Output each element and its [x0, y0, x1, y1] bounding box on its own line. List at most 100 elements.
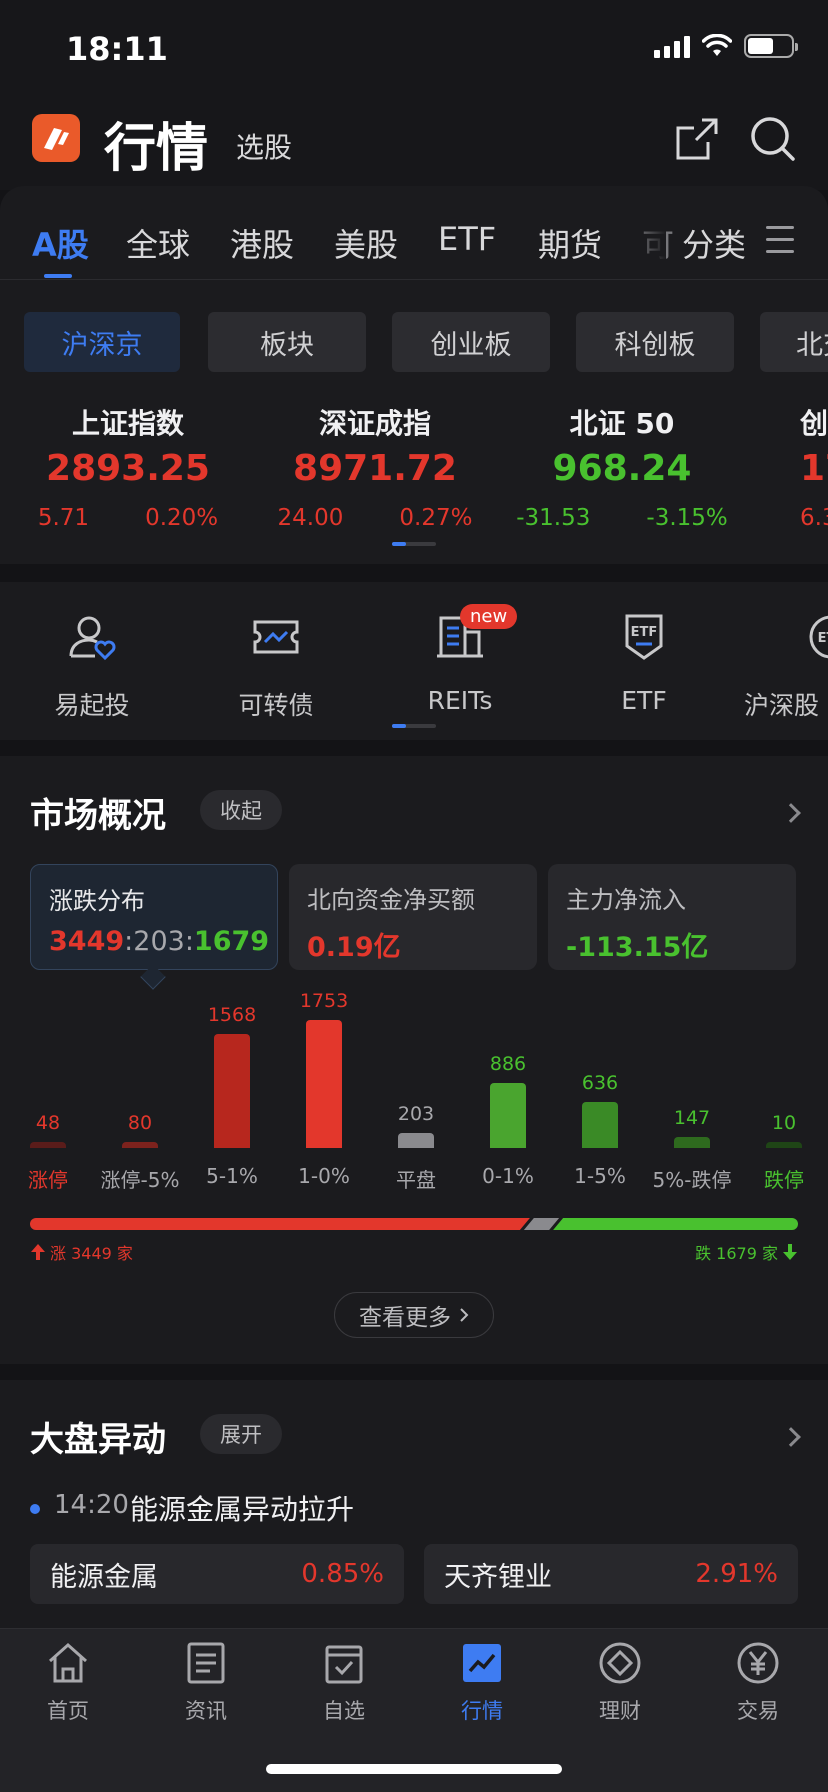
- tab-us[interactable]: 美股: [334, 220, 398, 266]
- up-count: 3449: [49, 926, 125, 957]
- news-dot: [30, 1504, 40, 1514]
- shortcut-etf[interactable]: ETF ETF: [564, 612, 724, 715]
- nav-trade[interactable]: 交易: [698, 1641, 818, 1725]
- distribution-value: 1753: [299, 990, 349, 1012]
- distribution-bar: [490, 1083, 526, 1148]
- nav-market[interactable]: 行情: [422, 1641, 542, 1725]
- stock-card[interactable]: 天齐锂业 2.91%: [424, 1544, 798, 1604]
- tab-fade: [636, 220, 666, 260]
- tab-category[interactable]: 分类: [682, 220, 746, 266]
- chevron-right-icon[interactable]: [781, 803, 801, 823]
- chip-chinext[interactable]: 创业板: [392, 312, 550, 372]
- stock-picker-link[interactable]: 选股: [236, 126, 292, 166]
- wealth-diamond-icon: [599, 1642, 641, 1684]
- distribution-bar-group: 203 平盘: [370, 992, 462, 1202]
- shortcut-row: 易起投 可转债 REITs new ETF ETF ETF 沪深股: [0, 582, 828, 740]
- index-scroll-indicator: [392, 542, 436, 546]
- tab-futures[interactable]: 期货: [538, 220, 602, 266]
- stock-card[interactable]: 能源金属 0.85%: [30, 1544, 404, 1604]
- view-more-button[interactable]: 查看更多: [334, 1292, 494, 1338]
- nav-news[interactable]: 资讯: [146, 1641, 266, 1725]
- index-name: 北证 50: [569, 407, 675, 440]
- distribution-value: 636: [581, 1072, 619, 1094]
- nav-label: 交易: [737, 1699, 779, 1723]
- card-distribution[interactable]: 涨跌分布 3449:203:1679: [30, 864, 278, 970]
- index-change: -31.53: [516, 505, 591, 531]
- distribution-bar: [398, 1133, 434, 1148]
- tab-hk[interactable]: 港股: [230, 220, 294, 266]
- index-chinext-partial[interactable]: 创 17 6.3: [800, 402, 828, 531]
- nav-watchlist[interactable]: 自选: [284, 1641, 404, 1725]
- tab-etf[interactable]: ETF: [438, 220, 496, 258]
- collapse-button[interactable]: 收起: [200, 790, 282, 830]
- index-sse[interactable]: 上证指数 2893.25 5.71 0.20%: [8, 402, 248, 531]
- status-time: 18:11: [66, 30, 168, 68]
- distribution-label: 跌停: [764, 1168, 804, 1192]
- card-title: 主力净流入: [566, 886, 686, 914]
- user-icon: [69, 616, 116, 661]
- stock-change: 0.85%: [301, 1559, 384, 1589]
- nav-home[interactable]: 首页: [8, 1641, 128, 1725]
- etf-shield-icon: ETF: [625, 614, 663, 660]
- app-header: 行情 选股: [0, 100, 828, 190]
- index-value: 17: [800, 448, 828, 489]
- distribution-bar-group: 1568 5-1%: [186, 992, 278, 1202]
- index-name: 上证指数: [71, 407, 184, 440]
- tab-global[interactable]: 全球: [126, 220, 190, 266]
- shortcut-yiqitou[interactable]: 易起投: [12, 612, 172, 722]
- distribution-value: 147: [673, 1107, 711, 1129]
- chip-sector[interactable]: 板块: [208, 312, 366, 372]
- market-chart-icon: [463, 1644, 501, 1682]
- news-icon: [187, 1642, 225, 1684]
- index-panel: 沪深京 板块 创业板 科创板 北交 上证指数 2893.25 5.71 0.20%…: [0, 280, 828, 564]
- distribution-value: 886: [489, 1053, 527, 1075]
- news-headline[interactable]: 能源金属异动拉升: [130, 1488, 354, 1528]
- distribution-label: 1-0%: [298, 1164, 350, 1188]
- index-pct: 0.27%: [399, 505, 473, 531]
- down-total: 跌 1679 家: [695, 1240, 798, 1264]
- stock-name: 能源金属: [50, 1561, 158, 1593]
- active-tab-indicator: [44, 274, 72, 278]
- chip-shsz[interactable]: 沪深京: [24, 312, 180, 372]
- distribution-bar: [122, 1142, 158, 1148]
- index-value: 968.24: [552, 448, 692, 489]
- distribution-value: 48: [35, 1112, 61, 1134]
- index-szse[interactable]: 深证成指 8971.72 24.00 0.27%: [255, 402, 495, 531]
- index-bse50[interactable]: 北证 50 968.24 -31.53 -3.15%: [502, 402, 742, 531]
- yen-icon: [737, 1642, 779, 1684]
- index-pct: 0.20%: [145, 505, 219, 531]
- shortcut-reits[interactable]: REITs: [380, 612, 540, 715]
- etf-circle-icon: ETF: [809, 615, 828, 659]
- distribution-bar-group: 48 涨停: [2, 992, 94, 1202]
- expand-button[interactable]: 展开: [200, 1414, 282, 1454]
- shortcut-label: ETF: [621, 686, 667, 715]
- chip-bse[interactable]: 北交: [760, 312, 828, 372]
- card-main-inflow[interactable]: 主力净流入 -113.15亿: [548, 864, 796, 970]
- distribution-value: 80: [127, 1112, 153, 1134]
- share-icon[interactable]: [672, 114, 722, 164]
- page-title: 行情: [104, 119, 209, 179]
- card-value: -113.15亿: [566, 932, 709, 963]
- card-northbound[interactable]: 北向资金净买额 0.19亿: [289, 864, 537, 970]
- shortcut-label: 易起投: [54, 691, 130, 720]
- index-change: 6.3: [800, 505, 828, 531]
- distribution-bar-group: 10 跌停: [738, 992, 828, 1202]
- nav-wealth[interactable]: 理财: [560, 1641, 680, 1725]
- nav-label: 资讯: [185, 1699, 227, 1723]
- nav-label: 理财: [599, 1699, 641, 1723]
- search-icon[interactable]: [748, 114, 798, 164]
- chevron-right-icon[interactable]: [781, 1427, 801, 1447]
- shortcut-shsz-etf[interactable]: ETF 沪深股: [744, 612, 828, 722]
- arrow-up-icon: [31, 1244, 45, 1260]
- market-moves: 大盘异动 展开 14:20 能源金属异动拉升 能源金属 0.85% 天齐锂业 2…: [0, 1380, 828, 1628]
- tab-a-shares[interactable]: A股: [32, 220, 89, 266]
- distribution-label: 涨停-5%: [100, 1168, 180, 1192]
- shortcut-convertible[interactable]: 可转债: [196, 612, 356, 722]
- shortcut-label: 沪深股: [744, 691, 820, 720]
- new-badge: new: [460, 604, 518, 629]
- menu-icon[interactable]: [766, 226, 794, 262]
- chip-star[interactable]: 科创板: [576, 312, 734, 372]
- nav-label: 自选: [323, 1699, 365, 1723]
- nav-label: 行情: [461, 1699, 503, 1723]
- stock-change: 2.91%: [695, 1559, 778, 1589]
